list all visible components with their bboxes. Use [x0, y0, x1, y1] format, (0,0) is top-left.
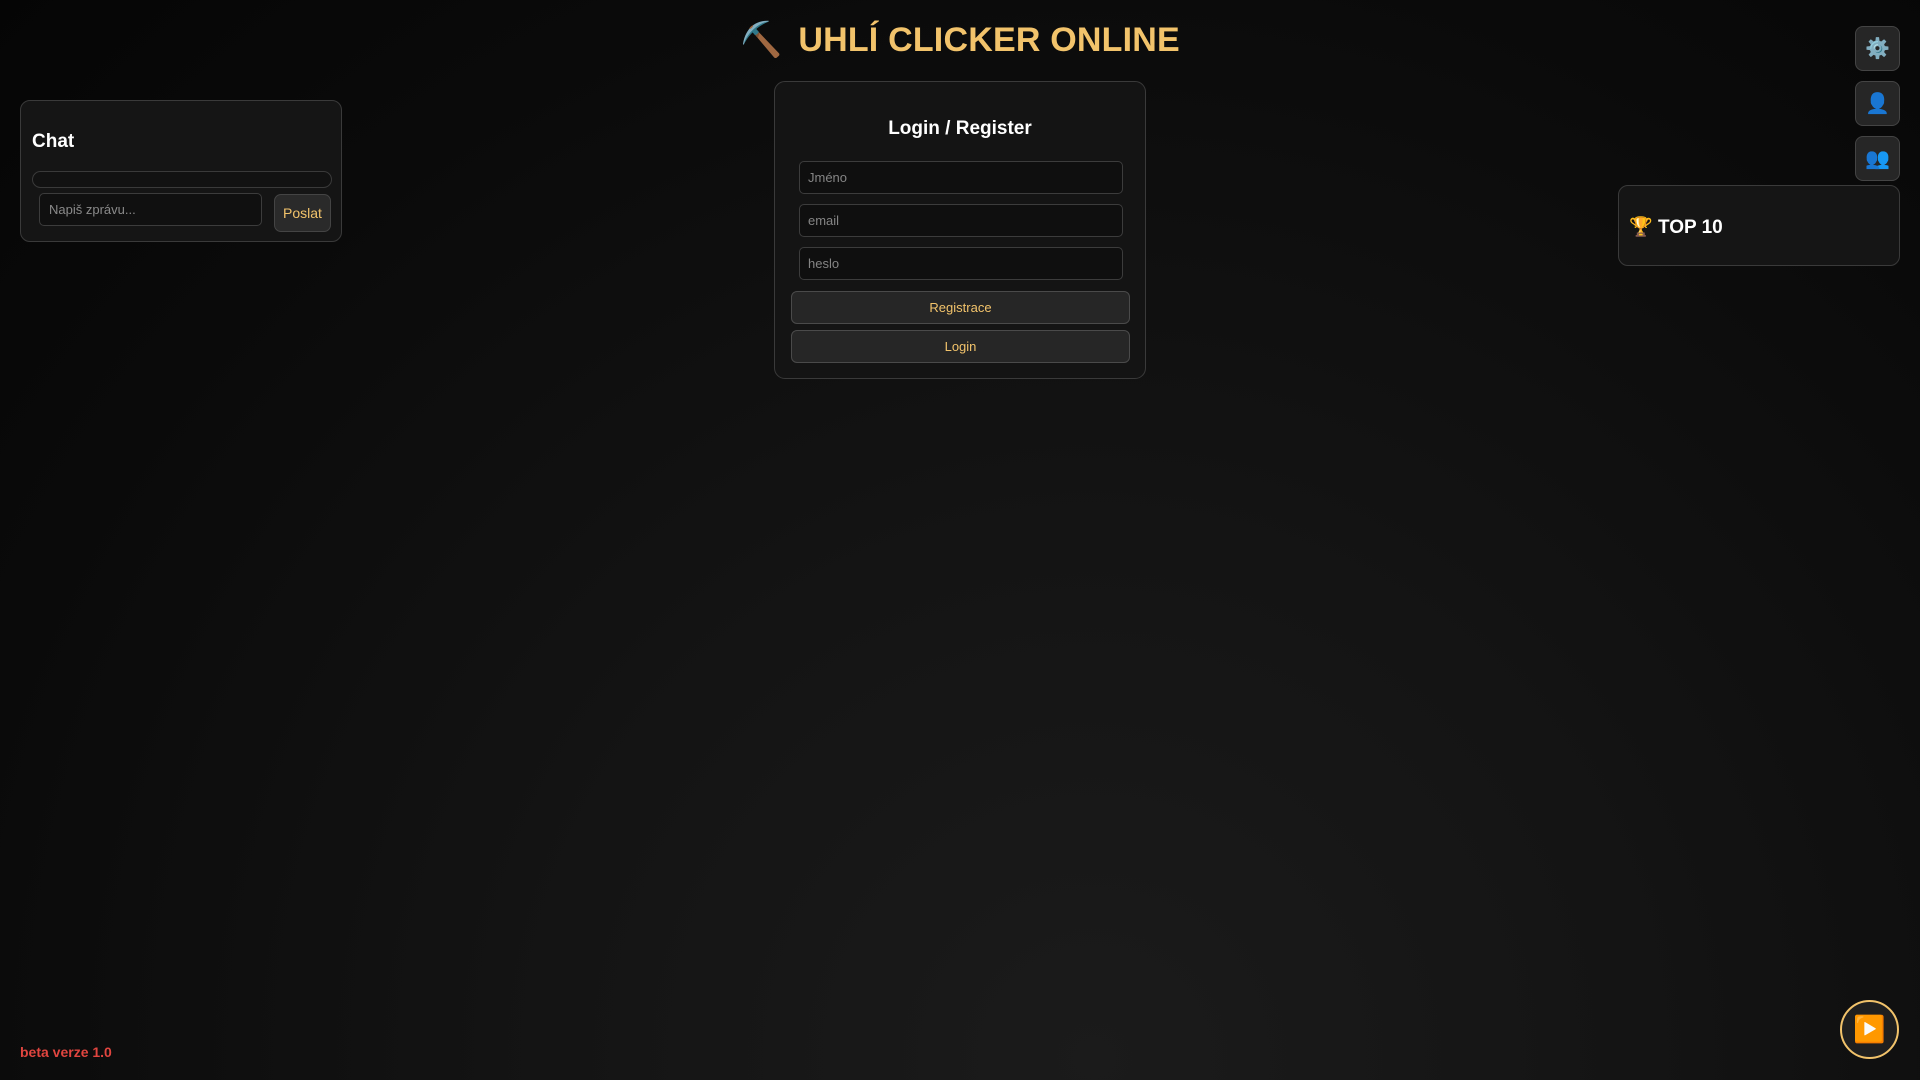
leaderboard-title: 🏆 TOP 10: [1629, 215, 1723, 239]
profile-button[interactable]: 👤: [1855, 81, 1900, 126]
email-field[interactable]: [799, 204, 1123, 237]
register-button[interactable]: Registrace: [791, 291, 1130, 324]
login-title: Login / Register: [888, 118, 1032, 139]
version-label: beta verze 1.0: [20, 1044, 112, 1060]
settings-button[interactable]: ⚙️: [1855, 26, 1900, 71]
chat-panel: Chat Poslat: [20, 100, 342, 242]
user-icon: 👤: [1865, 93, 1890, 115]
play-button[interactable]: ▶️: [1840, 1000, 1899, 1059]
friends-button[interactable]: 👥: [1855, 136, 1900, 181]
leaderboard-title-text: TOP 10: [1657, 217, 1723, 238]
users-icon: 👥: [1865, 148, 1890, 170]
chat-messages[interactable]: [32, 171, 332, 188]
leaderboard-panel: 🏆 TOP 10: [1618, 185, 1900, 266]
play-icon: ▶️: [1853, 1014, 1886, 1044]
pickaxe-icon: ⛏️: [740, 21, 783, 59]
login-button[interactable]: Login: [791, 330, 1130, 363]
password-field[interactable]: [799, 247, 1123, 280]
page-title: ⛏️ UHLÍ CLICKER ONLINE: [0, 20, 1920, 60]
chat-send-button[interactable]: Poslat: [274, 194, 331, 232]
page-title-text: UHLÍ CLICKER ONLINE: [798, 21, 1180, 59]
trophy-icon: 🏆: [1629, 217, 1653, 238]
chat-title: Chat: [32, 131, 75, 152]
chat-message-input[interactable]: [39, 193, 262, 226]
name-field[interactable]: [799, 161, 1123, 194]
login-register-card: Login / Register Registrace Login: [774, 81, 1146, 379]
gear-icon: ⚙️: [1865, 38, 1890, 60]
